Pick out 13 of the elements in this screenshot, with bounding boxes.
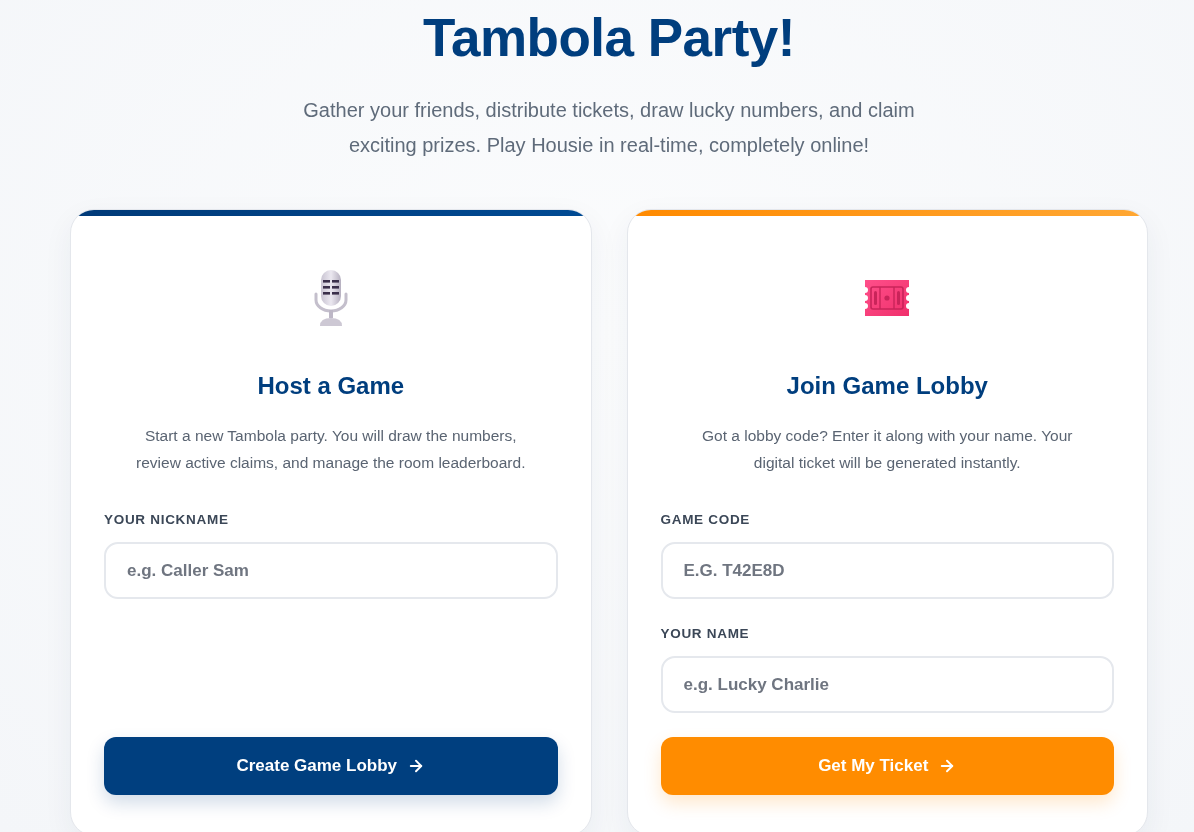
page-subtitle: Gather your friends, distribute tickets, draw lucky numbers, and claim exciting prizes. Play Housie in real-time, completely online! [302,98,916,158]
input-field[interactable]: e.g. Lucky Charlie [660,656,1114,713]
card-heading: Join Game Lobby [785,371,989,401]
field-label: YOUR NAME [660,625,750,643]
field-label: GAME CODE [660,511,751,529]
card-description: Got a lobby code? Enter it along with your name. Your digital ticket will be generated instantly. [701,426,1074,473]
card-heading: Host a Game [256,371,406,401]
input-field[interactable]: e.g. Caller Sam [104,542,558,599]
create-lobby-button[interactable]: Create Game Lobby [104,737,558,795]
page-title: Tambola Party! [423,7,795,69]
card-description: Start a new Tambola party. You will draw the numbers, review active claims, and manage the room leaderboard. [135,426,527,473]
field-label: YOUR NICKNAME [104,511,229,529]
input-field[interactable]: E.G. T42E8D [660,542,1114,599]
